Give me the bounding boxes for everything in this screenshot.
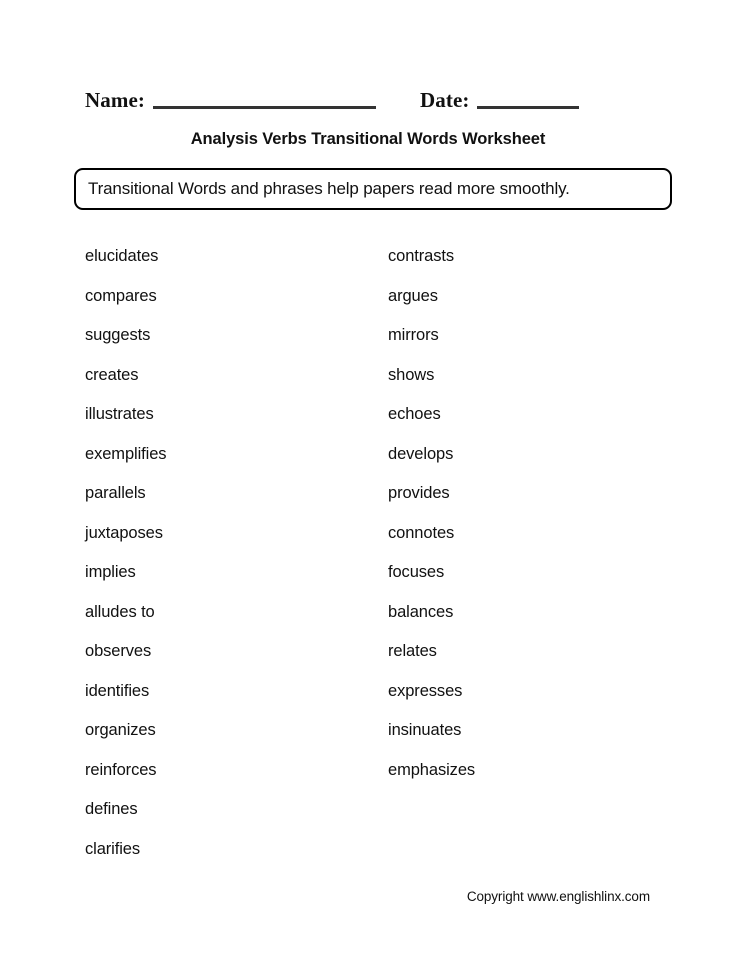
name-field[interactable]: Name:: [85, 78, 376, 112]
word-item: suggests: [85, 326, 151, 344]
word-item: creates: [85, 365, 139, 384]
name-date-row: Name: Date:: [0, 78, 736, 112]
date-label: Date:: [420, 88, 470, 112]
worksheet-page: Name: Date: Analysis Verbs Transitional …: [0, 0, 736, 965]
name-label: Name:: [85, 88, 145, 112]
word-item: mirrors: [388, 326, 439, 344]
word-item: parallels: [85, 484, 146, 502]
word-item: relates: [388, 642, 437, 660]
word-item: argues: [388, 286, 438, 305]
word-item: elucidates: [85, 247, 159, 265]
word-item: juxtaposes: [85, 523, 163, 542]
word-item: insinuates: [388, 721, 462, 739]
word-item: shows: [388, 365, 435, 384]
word-column-left: elucidates compares suggests creates illustr…: [85, 246, 375, 878]
word-item: provides: [388, 484, 450, 502]
word-item: exemplifies: [85, 444, 167, 463]
word-item: connotes: [388, 523, 455, 542]
word-item: echoes: [388, 405, 441, 423]
word-item: illustrates: [85, 405, 154, 423]
word-item: implies: [85, 563, 136, 581]
word-column-right: contrasts argues mirrors shows echoes develop…: [388, 246, 678, 799]
word-item: clarifies: [85, 839, 141, 858]
word-item: emphasizes: [388, 760, 476, 779]
copyright-notice: Copyright www.englishlinx.com: [466, 889, 650, 904]
date-field[interactable]: Date:: [420, 78, 580, 112]
word-item: alludes to: [85, 602, 155, 621]
word-item: defines: [85, 800, 138, 818]
instruction-text: Transitional Words and phrases help pape…: [88, 179, 570, 198]
word-item: contrasts: [388, 247, 455, 265]
date-write-line[interactable]: [477, 106, 580, 109]
page-title: Analysis Verbs Transitional Words Worksh…: [190, 130, 546, 148]
word-item: organizes: [85, 721, 156, 739]
instruction-box: Transitional Words and phrases help pape…: [74, 168, 672, 210]
word-item: observes: [85, 642, 152, 660]
word-item: develops: [388, 444, 454, 463]
name-write-line[interactable]: [152, 106, 376, 109]
word-item: balances: [388, 602, 454, 621]
word-item: focuses: [388, 563, 445, 581]
word-item: identifies: [85, 681, 150, 700]
word-item: expresses: [388, 681, 463, 700]
word-item: reinforces: [85, 760, 157, 779]
word-item: compares: [85, 286, 157, 305]
